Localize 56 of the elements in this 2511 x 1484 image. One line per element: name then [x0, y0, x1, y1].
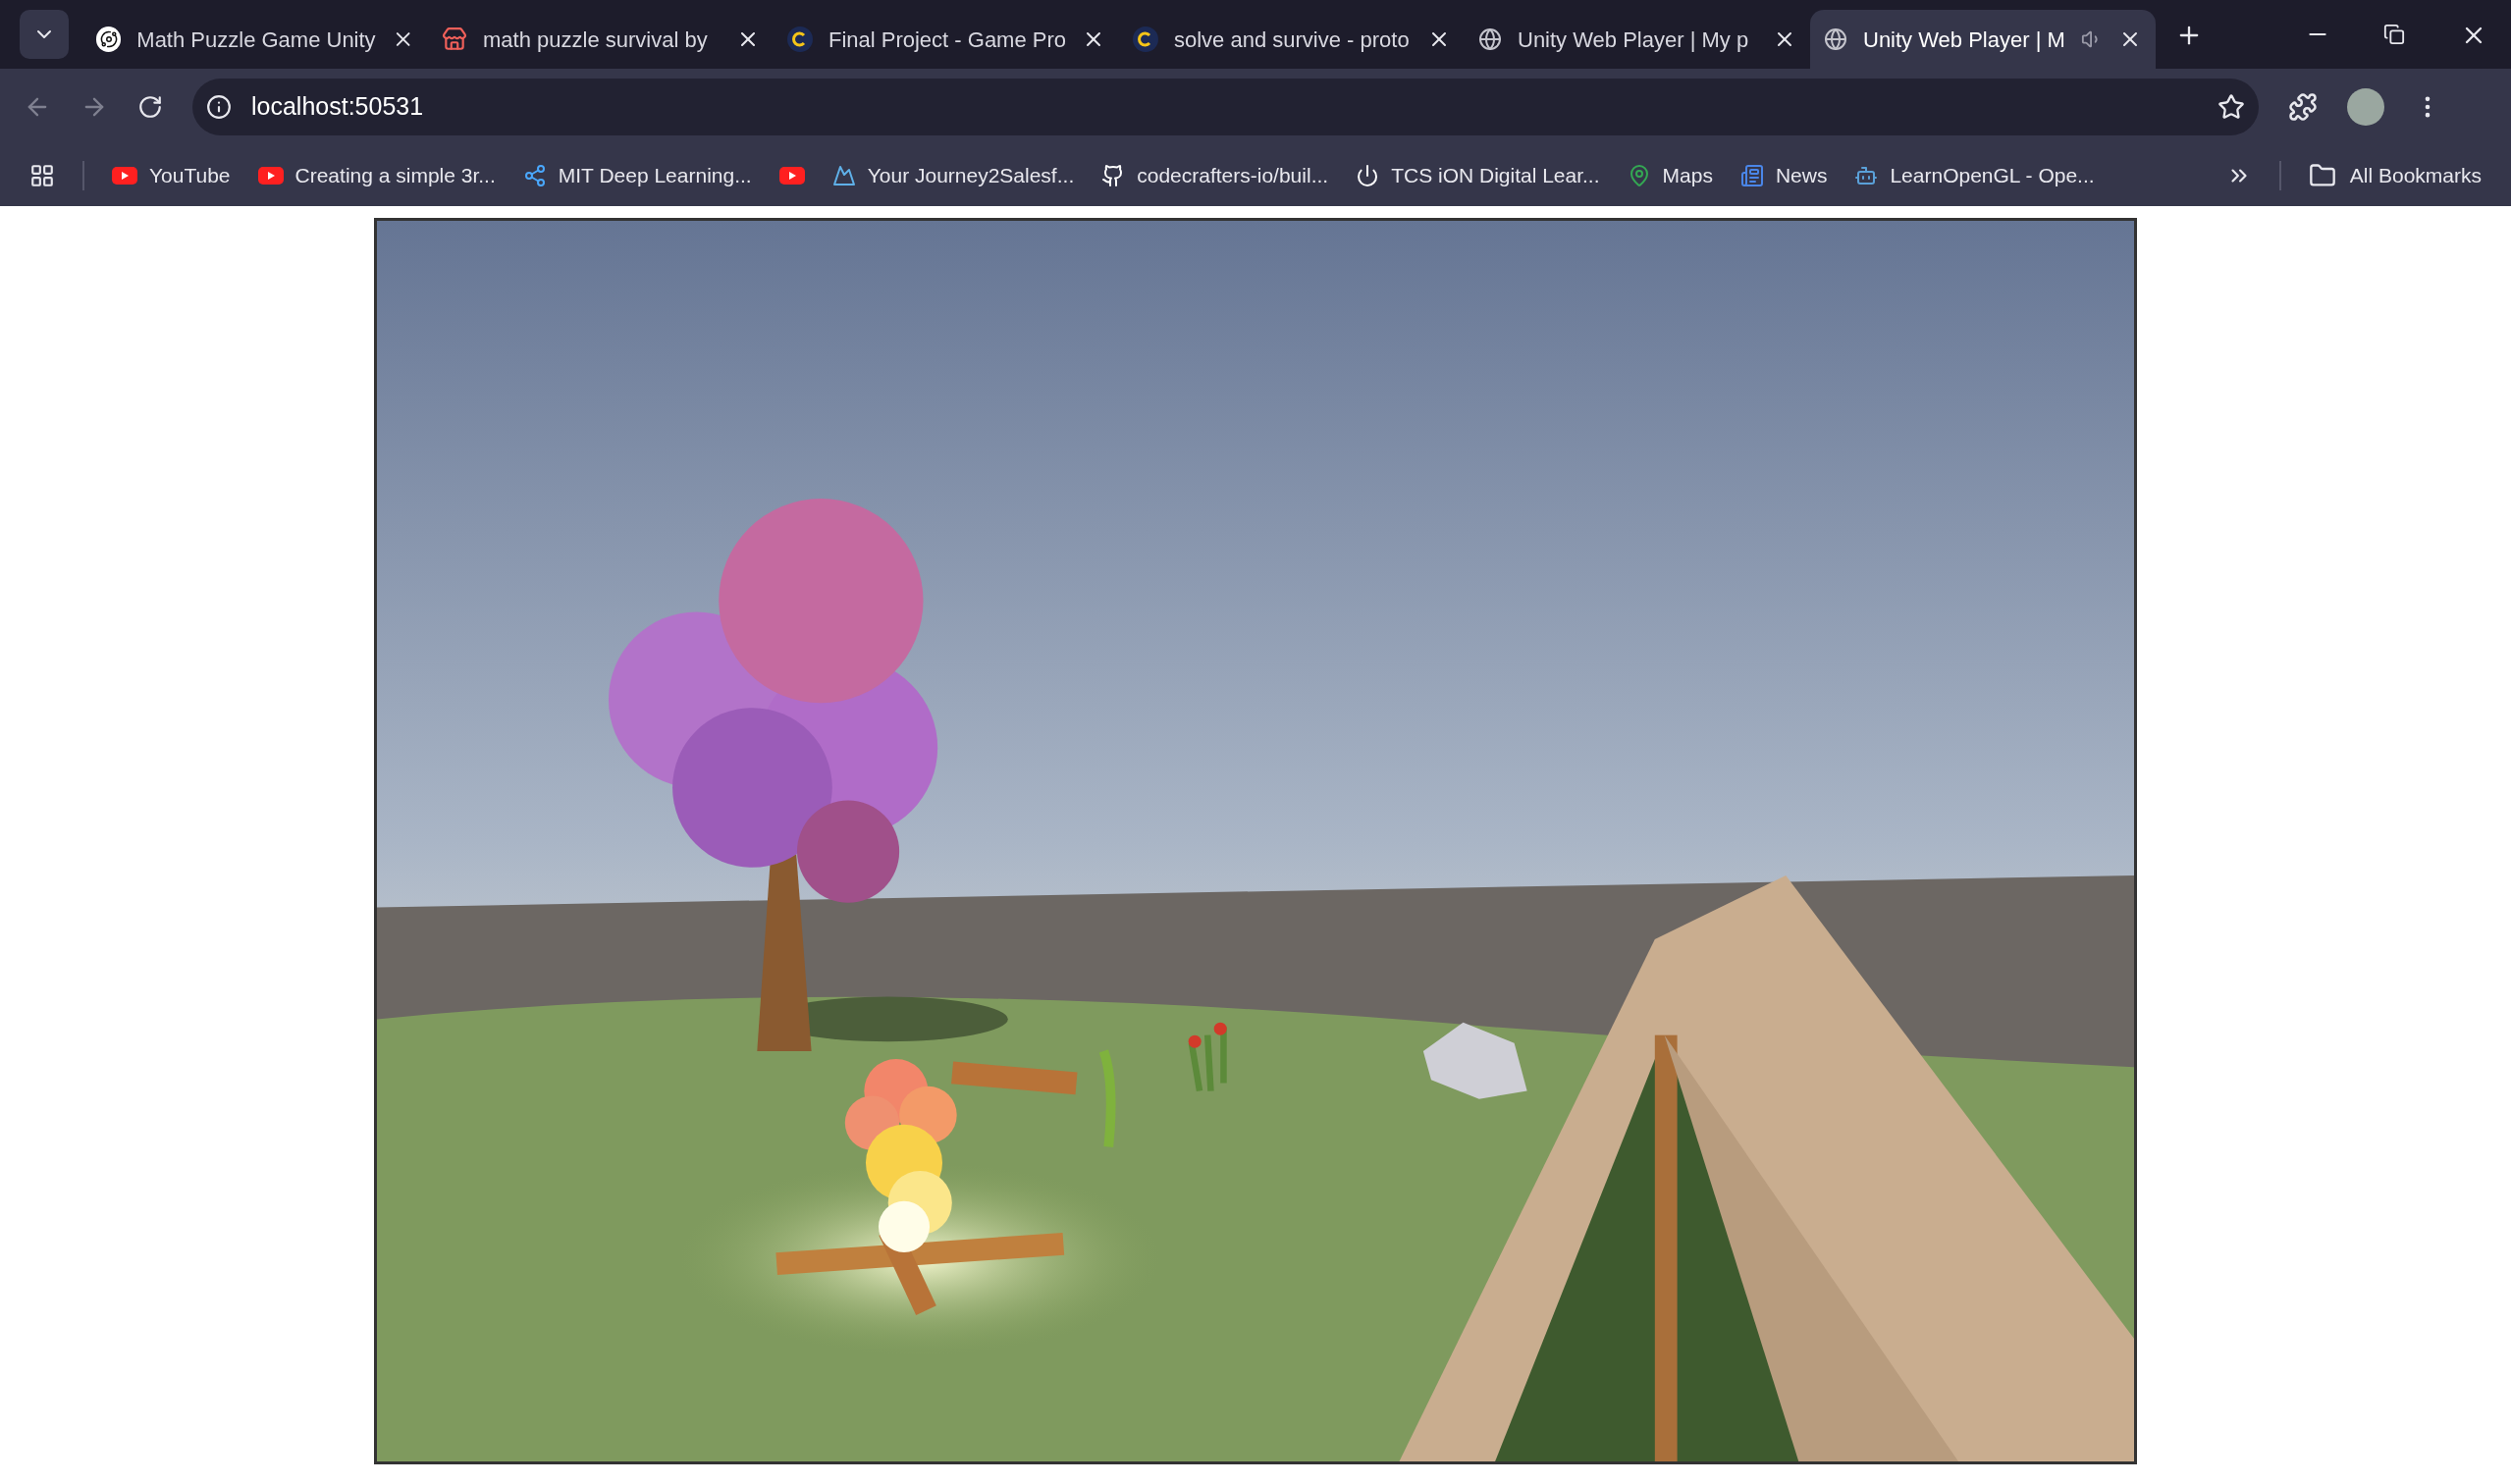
folder-icon [2308, 162, 2336, 189]
info-icon[interactable] [206, 94, 232, 120]
bookmark-item[interactable]: News [1739, 160, 1828, 191]
bookmark-item[interactable]: codecrafters-io/buil... [1101, 160, 1329, 191]
profile-avatar[interactable] [2347, 88, 2384, 126]
bookmark-label: codecrafters-io/buil... [1137, 163, 1329, 189]
bookmark-label: YouTube [149, 163, 231, 189]
bookmark-label: Maps [1662, 163, 1713, 189]
bookmark-item[interactable]: MIT Deep Learning... [522, 160, 752, 191]
bookmark-label: MIT Deep Learning... [558, 163, 752, 189]
tab-title: Math Puzzle Game Unity [136, 26, 376, 54]
power-icon [1356, 164, 1380, 187]
browser-tab[interactable]: Math Puzzle Game Unity [82, 10, 428, 69]
bookmark-item[interactable]: Your Journey2Salesf... [831, 160, 1075, 191]
browser-tab[interactable]: Unity Web Player | M [1810, 10, 2156, 69]
browser-tab[interactable]: Unity Web Player | My p [1465, 10, 1810, 69]
tab-title: Unity Web Player | M [1863, 26, 2065, 54]
bookmark-item[interactable]: YouTube [112, 160, 231, 191]
url-text: localhost:50531 [251, 91, 425, 123]
bookmark-item[interactable]: Creating a simple 3r... [257, 160, 496, 191]
globe-icon [1824, 27, 1847, 51]
tab-title: Unity Web Player | My p [1518, 26, 1750, 54]
robot-icon [1854, 164, 1879, 187]
bookmark-label: News [1775, 163, 1828, 189]
browser-tab[interactable]: Final Project - Game Pro [774, 10, 1119, 69]
browser-tab[interactable]: solve and survive - proto [1119, 10, 1465, 69]
bookmark-item[interactable] [778, 167, 805, 185]
store-icon [442, 26, 467, 52]
bookmark-label: TCS iON Digital Lear... [1391, 163, 1600, 189]
play-logo-icon [257, 167, 284, 185]
tab-title: math puzzle survival by [483, 26, 709, 54]
apps-grid-icon[interactable] [29, 163, 55, 188]
bookmark-item[interactable]: TCS iON Digital Lear... [1356, 160, 1600, 191]
globe-icon [1478, 27, 1502, 51]
nodes-icon [522, 164, 547, 187]
play-logo-icon [778, 167, 805, 185]
play-logo-icon [112, 167, 137, 185]
reload-icon[interactable] [137, 94, 163, 120]
restore-icon[interactable] [2383, 24, 2405, 45]
swirl-logo-icon [96, 26, 122, 52]
c-logo-icon [1133, 26, 1158, 52]
bookmark-item[interactable]: LearnOpenGL - Ope... [1854, 160, 2095, 191]
all-bookmarks-button[interactable]: All Bookmarks [2308, 160, 2482, 191]
bookmark-label: LearnOpenGL - Ope... [1890, 163, 2095, 189]
bookmark-item[interactable]: Maps [1627, 160, 1713, 191]
bookmark-star-icon[interactable] [2217, 93, 2245, 121]
browser-tab[interactable]: math puzzle survival by [428, 10, 774, 69]
bookmark-label: Creating a simple 3r... [294, 163, 496, 189]
address-bar[interactable]: localhost:50531 [192, 79, 2259, 135]
tab-title: Final Project - Game Pro [828, 26, 1067, 54]
extensions-icon[interactable] [2288, 92, 2318, 122]
tab-title: solve and survive - proto [1174, 26, 1411, 54]
mountain-icon [831, 164, 856, 187]
bookmark-label: Your Journey2Salesf... [867, 163, 1075, 189]
newspaper-icon [1739, 164, 1764, 187]
c-logo-icon [787, 26, 813, 52]
